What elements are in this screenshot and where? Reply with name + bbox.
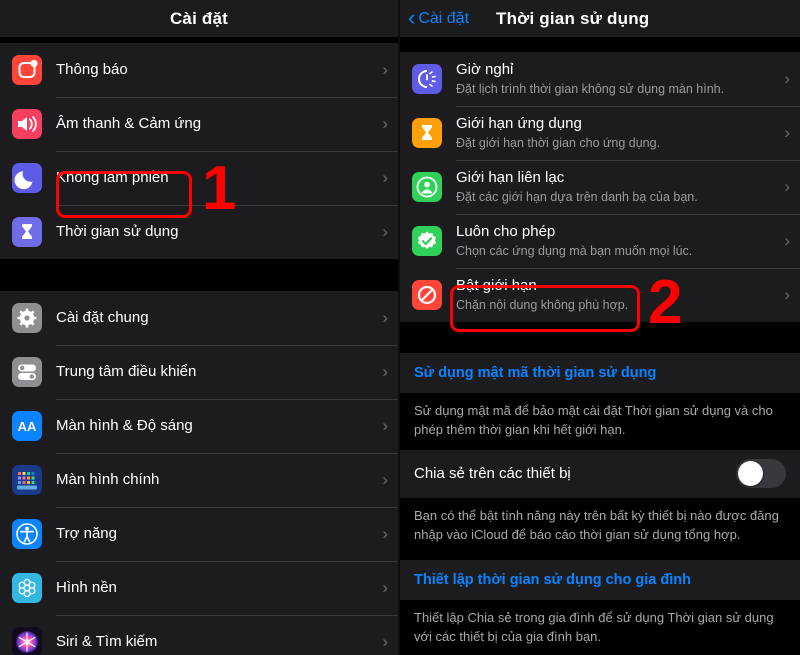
always-allowed-icon [412,226,442,256]
page-title: Thời gian sử dụng [496,8,650,28]
sidebar-item-label: Siri & Tìm kiếm [56,632,158,650]
chevron-right-icon: › [784,69,790,88]
sidebar-item-accessibility[interactable]: Trợ năng › [0,507,398,561]
chevron-left-icon: ‹ [408,4,416,30]
chevron-right-icon: › [382,308,388,327]
chevron-right-icon: › [382,60,388,79]
sidebar-item-label: Màn hình chính [56,470,160,488]
back-button[interactable]: ‹ Cài đặt [408,4,470,30]
share-across-devices-label: Chia sẻ trên các thiết bị [414,465,571,483]
use-screen-time-passcode-button[interactable]: Sử dụng mật mã thời gian sử dụng [400,353,800,393]
chevron-right-icon: › [382,168,388,187]
chevron-right-icon: › [382,470,388,489]
sidebar-item-label: Không làm phiền [56,168,169,186]
general-gear-icon [12,303,42,333]
chevron-right-icon: › [382,416,388,435]
svg-text:AA: AA [18,419,37,434]
sidebar-item-label: Cài đặt chung [56,308,149,326]
do-not-disturb-icon [12,163,42,193]
chevron-right-icon: › [382,632,388,651]
screenshot-root: Cài đặt Thông báo › Âm thanh & Cảm ứng ›… [0,0,800,655]
chevron-right-icon: › [784,285,790,304]
sidebar-item-label: Trung tâm điều khiển [56,362,197,380]
sidebar-item-notifications[interactable]: Thông báo › [0,43,398,97]
accessibility-icon [12,519,42,549]
communication-limits-icon [412,172,442,202]
list-item-communication-limits[interactable]: Giới hạn liên lạc Đặt các giới hạn dựa t… [400,160,800,214]
share-across-devices-row[interactable]: Chia sẻ trên các thiết bị [400,449,800,498]
siri-search-icon [12,627,42,655]
sidebar-item-display-brightness[interactable]: AA AA Màn hình & Độ sáng › [0,399,398,453]
left-navbar: Cài đặt [0,0,398,38]
list-item-content-restrictions[interactable]: Bật giới hạn Chặn nội dung không phù hợp… [400,268,800,322]
sidebar-item-label: Thông báo [56,60,128,78]
sounds-haptics-icon [12,109,42,139]
chevron-right-icon: › [784,123,790,142]
home-screen-icon [12,465,42,495]
chevron-right-icon: › [382,524,388,543]
list-item-title: Bật giới hạn [456,277,537,294]
chevron-right-icon: › [382,222,388,241]
notifications-icon [12,55,42,85]
chevron-right-icon: › [382,362,388,381]
chevron-right-icon: › [784,231,790,250]
sidebar-item-home-screen[interactable]: Màn hình chính › [0,453,398,507]
wallpaper-icon [12,573,42,603]
screen-time-options-group: Giờ nghỉ Đặt lịch trình thời gian không … [400,52,800,322]
list-item-app-limits[interactable]: Giới hạn ứng dụng Đặt giới hạn thời gian… [400,106,800,160]
setup-family-screen-time-button[interactable]: Thiết lập thời gian sử dụng cho gia đình [400,560,800,601]
sidebar-item-wallpaper[interactable]: Hình nền › [0,561,398,615]
sidebar-item-do-not-disturb[interactable]: Không làm phiền › [0,151,398,205]
sidebar-item-control-center[interactable]: Trung tâm điều khiển › [0,345,398,399]
page-title: Cài đặt [169,8,229,28]
sidebar-item-general[interactable]: Cài đặt chung › [0,291,398,345]
right-navbar: ‹ Cài đặt Thời gian sử dụng [400,0,800,38]
share-across-devices-toggle[interactable] [736,459,786,489]
list-item-title: Luôn cho phép [456,223,556,240]
chevron-right-icon: › [784,177,790,196]
content-restrictions-icon [412,280,442,310]
list-item-subtitle: Đặt lịch trình thời gian không sử dụng m… [456,81,725,96]
list-item-title: Giới hạn ứng dụng [456,115,582,132]
settings-group-2: Cài đặt chung › Trung tâm điều khiển › A… [0,291,398,655]
family-footnote: Thiết lập Chia sẻ trong gia đình để sử d… [400,600,800,655]
section-gap [0,259,398,291]
list-item-always-allowed[interactable]: Luôn cho phép Chọn các ứng dụng mà bạn m… [400,214,800,268]
sidebar-item-siri-search[interactable]: Siri & Tìm kiếm › [0,615,398,655]
chevron-right-icon: › [382,114,388,133]
toggle-knob [738,461,763,487]
list-item-title: Giờ nghỉ [456,61,514,78]
list-item-subtitle: Chặn nội dung không phù hợp. [456,297,629,312]
list-item-subtitle: Chọn các ứng dụng mà bạn muốn mọi lúc. [456,243,693,258]
sidebar-item-label: Âm thanh & Cảm ứng [56,114,202,132]
settings-panel: Cài đặt Thông báo › Âm thanh & Cảm ứng ›… [0,0,400,655]
section-gap [400,322,800,353]
list-item-subtitle: Đặt các giới hạn dựa trên danh bạ của bạ… [456,189,698,204]
sidebar-item-screen-time[interactable]: Thời gian sử dụng › [0,205,398,259]
list-item-subtitle: Đặt giới hạn thời gian cho ứng dụng. [456,135,661,150]
sidebar-item-label: Hình nền [56,578,117,596]
display-brightness-icon: AA AA [12,411,42,441]
sidebar-item-label: Màn hình & Độ sáng [56,416,193,434]
list-item-title: Giới hạn liên lạc [456,169,565,186]
sidebar-item-label: Thời gian sử dụng [56,222,179,240]
chevron-right-icon: › [382,578,388,597]
downtime-icon [412,64,442,94]
app-limits-icon [412,118,442,148]
list-item-downtime[interactable]: Giờ nghỉ Đặt lịch trình thời gian không … [400,52,800,106]
settings-group-1: Thông báo › Âm thanh & Cảm ứng › Không l… [0,43,398,259]
control-center-icon [12,357,42,387]
share-footnote: Bạn có thể bật tính năng này trên bất kỳ… [400,497,800,555]
passcode-footnote: Sử dụng mật mã để bảo mật cài đặt Thời g… [400,393,800,450]
section-gap [400,38,800,52]
sidebar-item-label: Trợ năng [56,524,117,542]
screen-time-icon [12,217,42,247]
back-button-label: Cài đặt [418,9,470,27]
sidebar-item-sounds-haptics[interactable]: Âm thanh & Cảm ứng › [0,97,398,151]
screen-time-panel: ‹ Cài đặt Thời gian sử dụng Giờ nghỉ Đặt… [400,0,800,655]
